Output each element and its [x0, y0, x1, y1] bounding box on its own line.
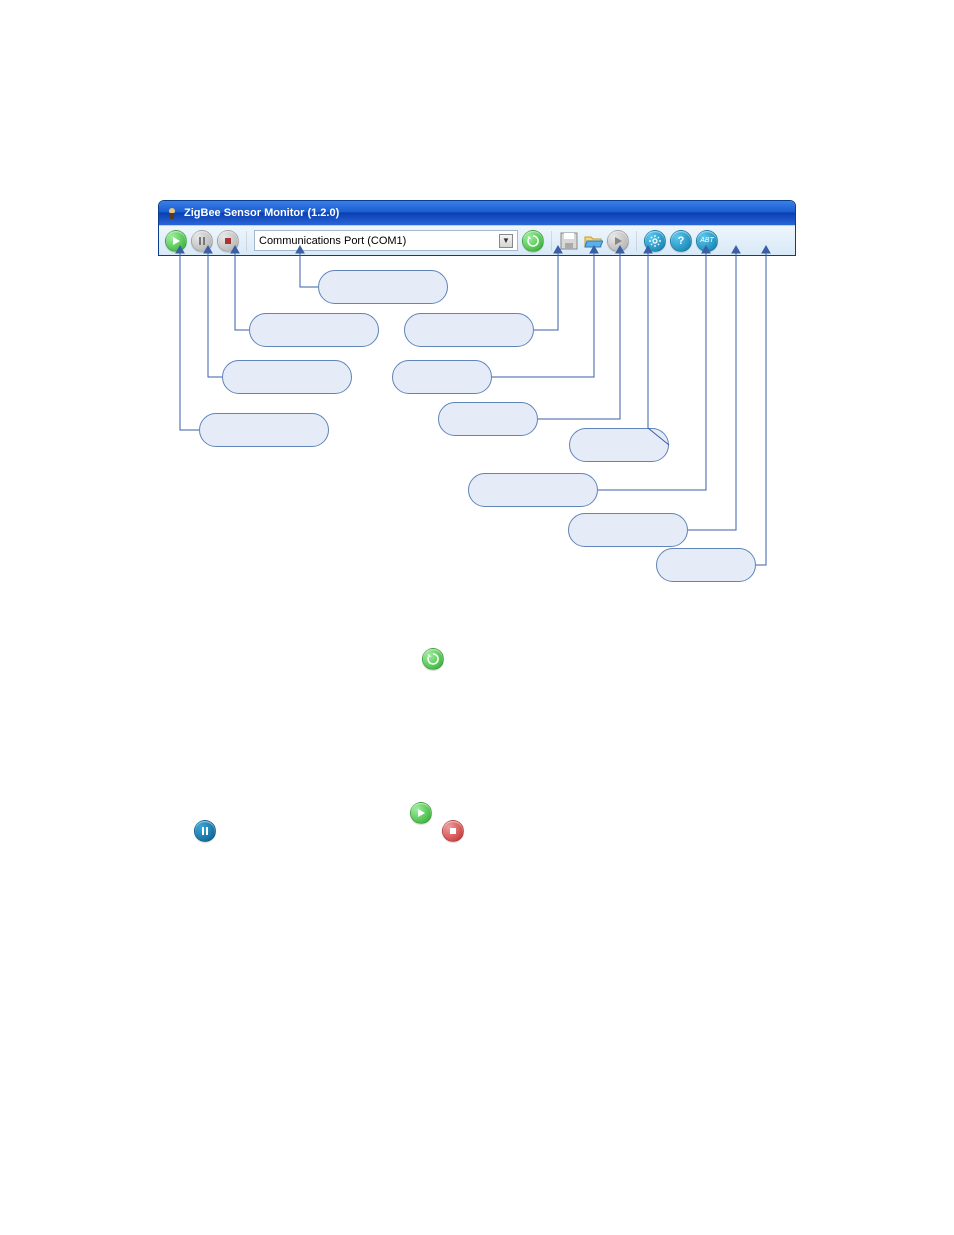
callout-help [568, 513, 688, 547]
callout-save [392, 360, 492, 394]
callout-settings [468, 473, 598, 507]
refresh-inline-icon [422, 648, 444, 670]
dropdown-arrow-icon[interactable]: ▼ [499, 234, 513, 248]
play-button[interactable] [165, 230, 187, 252]
about-button[interactable]: ABT [696, 230, 718, 252]
app-icon [165, 206, 179, 220]
titlebar[interactable]: ZigBee Sensor Monitor (1.2.0) [159, 201, 795, 225]
stop-button[interactable] [217, 230, 239, 252]
connector-lines [0, 0, 954, 800]
callout-com-port [318, 270, 448, 304]
pause-button[interactable] [191, 230, 213, 252]
play-inline-icon [410, 802, 432, 824]
settings-button[interactable] [644, 230, 666, 252]
callout-refresh [404, 313, 534, 347]
separator [551, 231, 552, 251]
refresh-button[interactable] [522, 230, 544, 252]
separator [636, 231, 637, 251]
app-window: ZigBee Sensor Monitor (1.2.0) Communicat… [158, 200, 796, 256]
callout-about [656, 548, 756, 582]
help-button[interactable]: ? [670, 230, 692, 252]
callout-play [199, 413, 329, 447]
com-port-select[interactable]: Communications Port (COM1) ▼ [254, 230, 518, 251]
separator [246, 231, 247, 251]
replay-button[interactable] [607, 230, 629, 252]
callout-open [438, 402, 538, 436]
window-title: ZigBee Sensor Monitor (1.2.0) [184, 207, 339, 219]
pause-inline-icon [194, 820, 216, 842]
callout-replay [569, 428, 669, 462]
com-port-selected-text: Communications Port (COM1) [259, 235, 406, 247]
callout-stop [249, 313, 379, 347]
toolbar: Communications Port (COM1) ▼ ? ABT [159, 225, 795, 255]
callout-pause [222, 360, 352, 394]
save-button[interactable] [559, 231, 579, 251]
stop-inline-icon [442, 820, 464, 842]
open-button[interactable] [583, 231, 603, 251]
